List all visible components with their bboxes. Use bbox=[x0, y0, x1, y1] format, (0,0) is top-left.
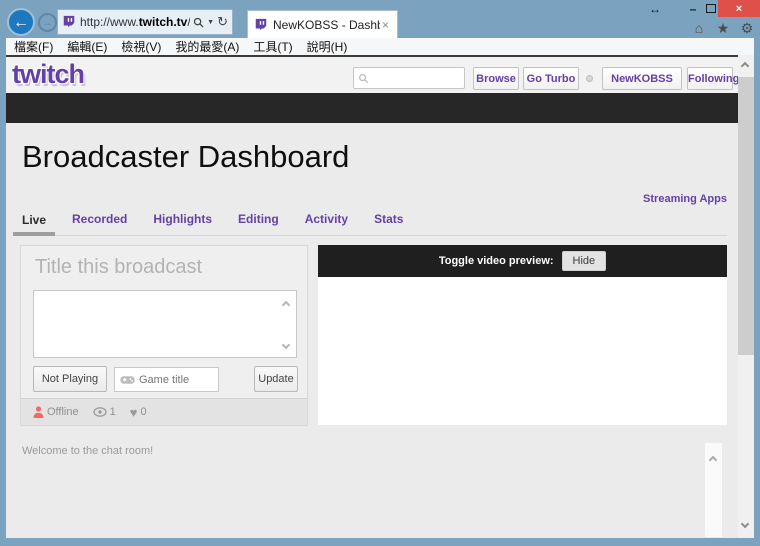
game-title-input[interactable] bbox=[139, 373, 211, 386]
forward-button[interactable]: → bbox=[38, 13, 57, 32]
twitch-favicon bbox=[62, 15, 76, 29]
forward-icon: → bbox=[42, 17, 53, 29]
toggle-preview-label: Toggle video preview: bbox=[438, 255, 554, 267]
back-icon: ← bbox=[13, 14, 29, 31]
twitch-favicon bbox=[254, 18, 268, 32]
twitch-navbar: twitch Browse Go Turbo NewKOBSS Followin… bbox=[6, 57, 738, 93]
game-title-field[interactable] bbox=[114, 367, 219, 392]
home-icon[interactable]: ⌂ bbox=[690, 20, 708, 36]
url-text: http://www.twitch.tv/broadca bbox=[80, 15, 190, 29]
nav-separator-dot bbox=[586, 75, 593, 82]
not-playing-button[interactable]: Not Playing bbox=[33, 366, 107, 392]
gear-icon[interactable]: ⚙ bbox=[738, 20, 756, 37]
browser-tab[interactable]: NewKOBSS - Dashboard × bbox=[247, 10, 398, 39]
dashboard-tabs: Live Recorded Highlights Editing Activit… bbox=[13, 208, 727, 236]
menu-bar: 檔案(F) 編輯(E) 檢視(V) 我的最愛(A) 工具(T) 說明(H) bbox=[6, 38, 754, 55]
update-button[interactable]: Update bbox=[254, 366, 298, 392]
chevron-up-icon[interactable] bbox=[708, 455, 718, 465]
chevron-up-icon[interactable] bbox=[740, 61, 750, 71]
resize-icon[interactable]: ↔ bbox=[646, 0, 664, 18]
eye-icon bbox=[92, 407, 107, 417]
scrollbar-thumb[interactable] bbox=[738, 77, 754, 355]
hide-button[interactable]: Hide bbox=[561, 251, 607, 271]
tab-highlights[interactable]: Highlights bbox=[153, 208, 212, 235]
chat-welcome-message: Welcome to the chat room! bbox=[22, 445, 154, 457]
minimize-button[interactable]: – bbox=[686, 0, 700, 18]
tab-title: NewKOBSS - Dashboard bbox=[273, 18, 380, 32]
search-icon bbox=[358, 73, 369, 84]
offline-label: Offline bbox=[47, 406, 79, 418]
twitch-logo[interactable]: twitch bbox=[12, 59, 85, 90]
search-icon[interactable] bbox=[193, 17, 204, 28]
refresh-icon[interactable]: ↻ bbox=[217, 14, 228, 30]
menu-favorites[interactable]: 我的最愛(A) bbox=[175, 38, 239, 55]
dropdown-icon[interactable]: ▼ bbox=[207, 19, 214, 26]
tab-activity[interactable]: Activity bbox=[305, 208, 348, 235]
heart-icon: ♥ bbox=[129, 404, 138, 420]
streaming-apps-link[interactable]: Streaming Apps bbox=[643, 193, 727, 205]
search-input[interactable] bbox=[372, 72, 458, 84]
page-viewport: twitch Browse Go Turbo NewKOBSS Followin… bbox=[6, 55, 738, 538]
page-title: Broadcaster Dashboard bbox=[22, 139, 350, 174]
viewer-count: 1 bbox=[109, 406, 116, 418]
ie-window: { "window": { "controls": { "resize": "↔… bbox=[0, 0, 760, 546]
tab-editing[interactable]: Editing bbox=[238, 208, 279, 235]
maximize-button[interactable] bbox=[706, 4, 716, 13]
tab-close-icon[interactable]: × bbox=[380, 18, 391, 32]
menu-view[interactable]: 檢視(V) bbox=[121, 38, 161, 55]
heart-count: 0 bbox=[140, 406, 147, 418]
broadcast-title-placeholder: Title this broadcast bbox=[35, 256, 203, 278]
video-preview-area bbox=[318, 277, 727, 425]
back-button[interactable]: ← bbox=[7, 8, 35, 36]
star-icon[interactable]: ★ bbox=[714, 20, 732, 37]
menu-edit[interactable]: 編輯(E) bbox=[67, 38, 107, 55]
broadcast-title-textarea[interactable] bbox=[33, 290, 297, 358]
tab-live[interactable]: Live bbox=[13, 209, 56, 236]
tab-recorded[interactable]: Recorded bbox=[72, 208, 127, 235]
page-dark-band bbox=[6, 93, 738, 123]
menu-file[interactable]: 檔案(F) bbox=[14, 38, 53, 55]
browse-button[interactable]: Browse bbox=[473, 67, 519, 90]
browser-scrollbar[interactable] bbox=[738, 55, 754, 538]
menu-help[interactable]: 說明(H) bbox=[307, 38, 348, 55]
chevron-down-icon[interactable] bbox=[740, 519, 750, 529]
menu-tools[interactable]: 工具(T) bbox=[253, 38, 292, 55]
go-turbo-button[interactable]: Go Turbo bbox=[523, 67, 579, 90]
stream-status-bar: Offline 1 ♥ 0 bbox=[21, 398, 307, 425]
person-icon bbox=[33, 406, 44, 418]
site-search[interactable] bbox=[353, 67, 465, 89]
chat-scrollbar[interactable] bbox=[705, 443, 722, 537]
broadcast-panel: Title this broadcast Not Playing Update … bbox=[20, 245, 308, 426]
username-button[interactable]: NewKOBSS bbox=[602, 67, 682, 90]
gamepad-icon bbox=[120, 375, 135, 385]
close-button[interactable]: × bbox=[718, 0, 760, 17]
video-preview-bar: Toggle video preview: Hide bbox=[318, 245, 727, 277]
tab-stats[interactable]: Stats bbox=[374, 208, 403, 235]
address-bar[interactable]: http://www.twitch.tv/broadca ▼ ↻ bbox=[57, 9, 233, 35]
following-button[interactable]: Following bbox=[687, 67, 738, 90]
